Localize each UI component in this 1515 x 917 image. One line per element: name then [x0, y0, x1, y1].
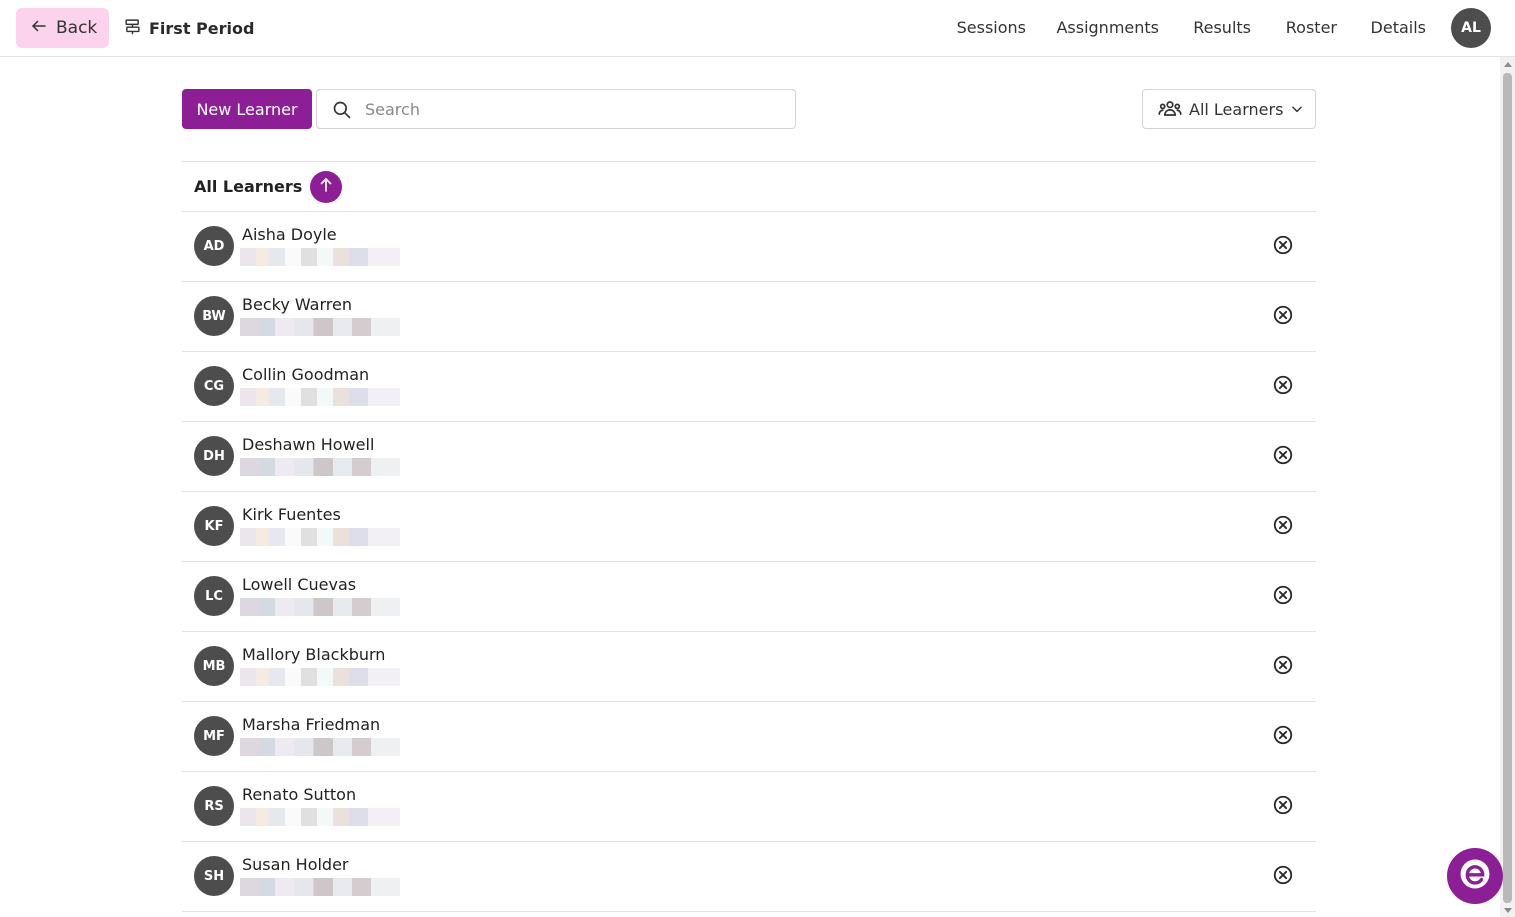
tab-assignments[interactable]: Assignments	[1056, 8, 1159, 48]
circle-x-icon	[1273, 655, 1293, 675]
remove-learner-button[interactable]	[1272, 444, 1294, 466]
filter-label: All Learners	[1189, 99, 1284, 119]
learner-avatar: MF	[194, 716, 234, 756]
arrow-up-icon	[317, 176, 335, 198]
remove-learner-button[interactable]	[1272, 584, 1294, 606]
new-learner-button[interactable]: New Learner	[182, 89, 312, 129]
learner-row[interactable]: BW Becky Warren	[182, 282, 1316, 352]
circle-x-icon	[1273, 865, 1293, 885]
learner-row[interactable]: CG Collin Goodman	[182, 352, 1316, 422]
redacted-email	[240, 668, 400, 686]
scroll-up-arrow[interactable]	[1504, 62, 1512, 67]
remove-learner-button[interactable]	[1272, 654, 1294, 676]
learner-filter-dropdown[interactable]: All Learners	[1142, 89, 1316, 129]
learner-avatar: MB	[194, 646, 234, 686]
learner-avatar: BW	[194, 296, 234, 336]
learner-name: Lowell Cuevas	[242, 575, 357, 594]
learner-name: Aisha Doyle	[242, 225, 337, 244]
remove-learner-button[interactable]	[1272, 724, 1294, 746]
redacted-email	[240, 738, 400, 756]
learner-list: All Learners AD Aisha Doyle BW Becky Warren…	[182, 161, 1316, 912]
learner-row[interactable]: KF Kirk Fuentes	[182, 492, 1316, 562]
circle-x-icon	[1273, 375, 1293, 395]
back-label: Back	[56, 18, 98, 38]
learner-avatar: LC	[194, 576, 234, 616]
learner-avatar: DH	[194, 436, 234, 476]
remove-learner-button[interactable]	[1272, 234, 1294, 256]
tab-roster[interactable]: Roster	[1282, 4, 1378, 54]
learner-row[interactable]: MF Marsha Friedman	[182, 702, 1316, 772]
remove-learner-button[interactable]	[1272, 794, 1294, 816]
learner-row[interactable]: LC Lowell Cuevas	[182, 562, 1316, 632]
learner-avatar: SH	[194, 856, 234, 896]
circle-x-icon	[1273, 725, 1293, 745]
learner-row[interactable]: MB Mallory Blackburn	[182, 632, 1316, 702]
learner-row[interactable]: DH Deshawn Howell	[182, 422, 1316, 492]
learner-name: Marsha Friedman	[242, 715, 381, 734]
redacted-email	[240, 318, 400, 336]
users-group-icon	[1158, 99, 1182, 119]
learner-name: Mallory Blackburn	[242, 645, 386, 664]
tab-sessions[interactable]: Sessions	[957, 8, 1026, 48]
redacted-email	[240, 528, 400, 546]
chevron-down-icon	[1290, 102, 1304, 116]
sort-button[interactable]	[310, 170, 343, 203]
remove-learner-button[interactable]	[1272, 864, 1294, 886]
learner-row[interactable]: SH Susan Holder	[182, 842, 1316, 912]
redacted-email	[240, 878, 400, 896]
learner-rows: AD Aisha Doyle BW Becky Warren CG Collin Good…	[182, 212, 1316, 912]
learner-name: Becky Warren	[242, 295, 352, 314]
learner-name: Deshawn Howell	[242, 435, 375, 454]
back-button[interactable]: Back	[16, 8, 109, 48]
search-input[interactable]	[365, 90, 785, 128]
circle-x-icon	[1273, 235, 1293, 255]
top-bar: Back First Period Sessions Assignments R…	[0, 0, 1515, 57]
redacted-email	[240, 808, 400, 826]
list-header: All Learners	[182, 162, 1316, 212]
redacted-email	[240, 598, 400, 616]
redacted-email	[240, 248, 400, 266]
circle-x-icon	[1273, 585, 1293, 605]
circle-x-icon	[1273, 305, 1293, 325]
learner-avatar: AD	[194, 226, 234, 266]
scrollbar-thumb[interactable]	[1503, 73, 1512, 903]
learner-row[interactable]: AD Aisha Doyle	[182, 212, 1316, 282]
user-avatar[interactable]: AL	[1451, 8, 1491, 48]
scroll-down-arrow[interactable]	[1504, 908, 1512, 913]
circle-x-icon	[1273, 445, 1293, 465]
learner-row[interactable]: RS Renato Sutton	[182, 772, 1316, 842]
search-box	[316, 89, 796, 129]
learner-name: Susan Holder	[242, 855, 349, 874]
help-chat-icon	[1458, 857, 1492, 895]
help-chat-button[interactable]	[1447, 848, 1503, 904]
scrollbar[interactable]	[1500, 57, 1515, 917]
remove-learner-button[interactable]	[1272, 374, 1294, 396]
learner-avatar: CG	[194, 366, 234, 406]
learner-avatar: KF	[194, 506, 234, 546]
tab-results[interactable]: Results	[1193, 8, 1251, 48]
list-header-label: All Learners	[194, 177, 303, 196]
redacted-email	[240, 388, 400, 406]
redacted-email	[240, 458, 400, 476]
remove-learner-button[interactable]	[1272, 514, 1294, 536]
circle-x-icon	[1273, 795, 1293, 815]
period-title-text: First Period	[149, 18, 255, 38]
signpost-icon	[124, 18, 141, 39]
learner-name: Collin Goodman	[242, 365, 370, 384]
learner-name: Kirk Fuentes	[242, 505, 341, 524]
circle-x-icon	[1273, 515, 1293, 535]
period-title: First Period	[124, 16, 254, 40]
learner-name: Renato Sutton	[242, 785, 357, 804]
learner-avatar: RS	[194, 786, 234, 826]
remove-learner-button[interactable]	[1272, 304, 1294, 326]
arrow-left-icon	[30, 17, 48, 40]
tab-details[interactable]: Details	[1371, 8, 1426, 48]
